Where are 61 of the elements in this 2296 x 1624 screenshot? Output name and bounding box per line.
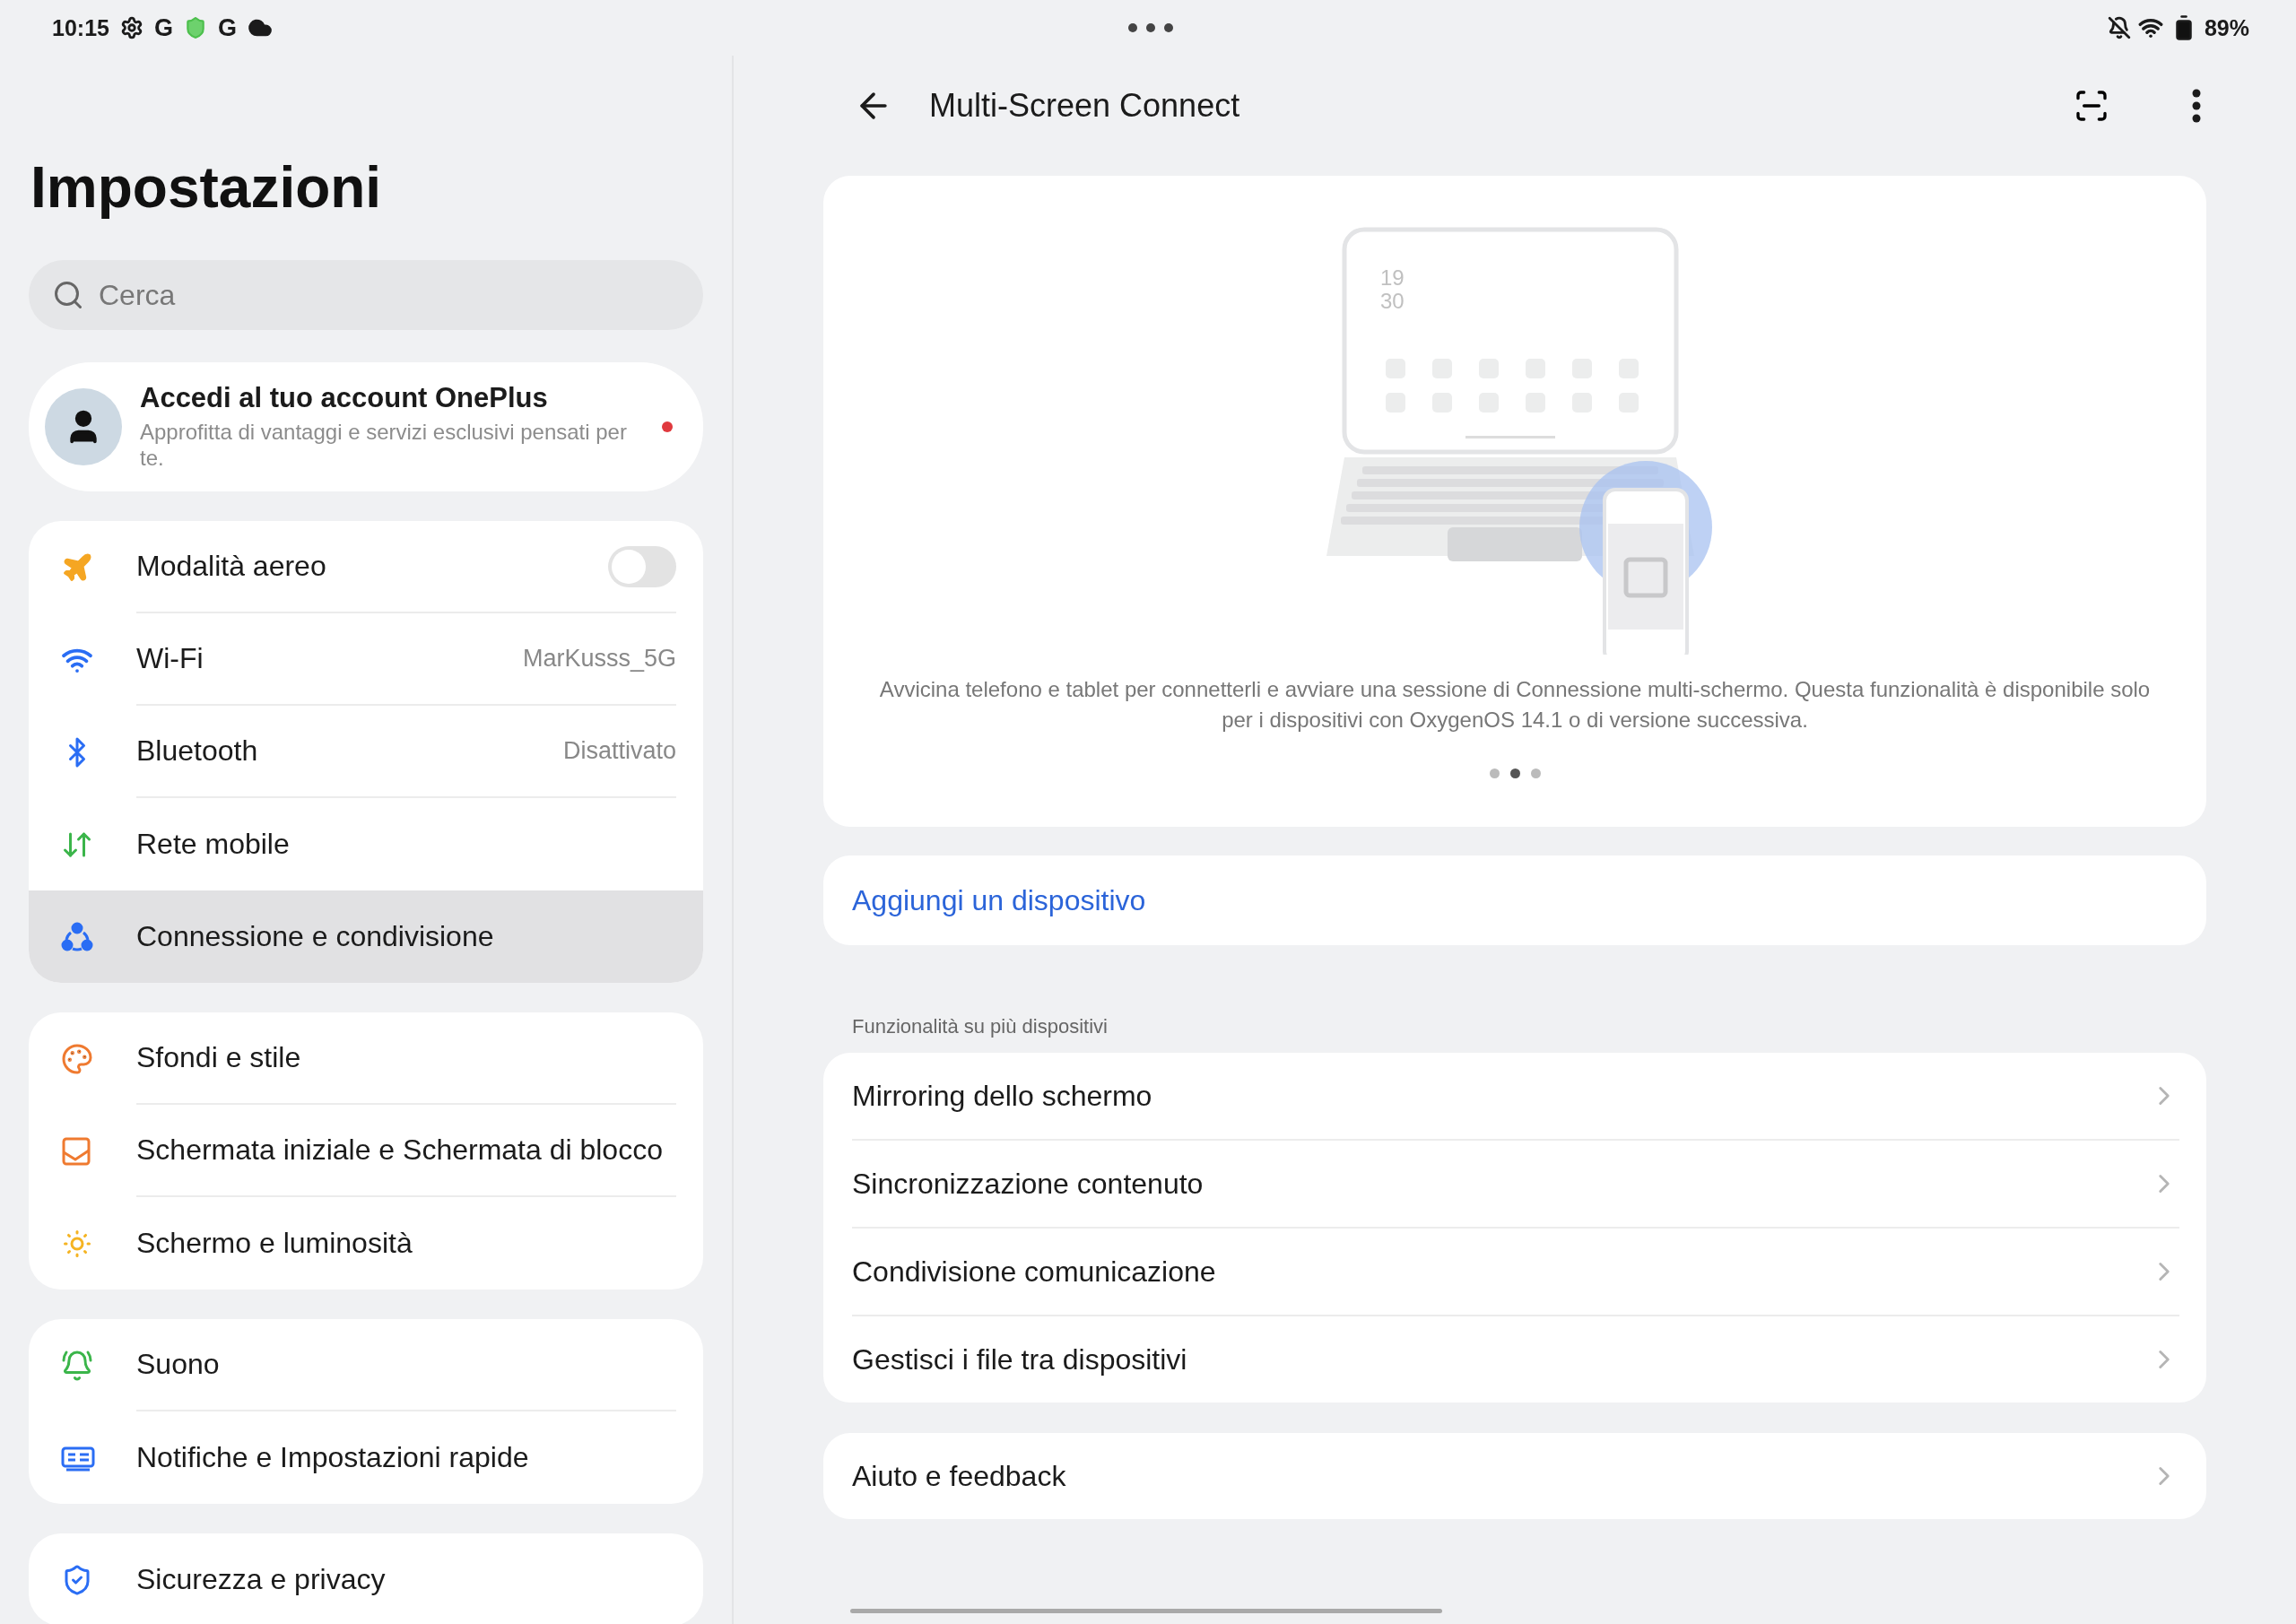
item-label: Notifiche e Impostazioni rapide bbox=[136, 1441, 529, 1474]
item-value: Disattivato bbox=[562, 737, 676, 765]
account-title: Accedi al tuo account OnePlus bbox=[140, 382, 549, 415]
feature-item[interactable]: Sincronizzazione contenuto bbox=[852, 1141, 2179, 1229]
item-label: Wi-Fi bbox=[136, 642, 204, 675]
account-subtitle: Approfitta di vantaggi e servizi esclusivi pensati per te. bbox=[140, 420, 628, 472]
settings-item[interactable]: Notifiche e Impostazioni rapide bbox=[29, 1411, 703, 1504]
settings-item[interactable]: Schermo e luminosità bbox=[29, 1197, 703, 1290]
item-label: Modalità aereo bbox=[136, 550, 326, 583]
palette-icon bbox=[61, 1042, 93, 1075]
item-label: Connessione e condivisione bbox=[136, 920, 494, 953]
settings-item[interactable]: Sfondi e stile bbox=[29, 1012, 703, 1105]
item-label: Bluetooth bbox=[136, 734, 258, 768]
feature-item[interactable]: Gestisci i file tra dispositivi bbox=[852, 1316, 2179, 1403]
feature-label: Mirroring dello schermo bbox=[852, 1079, 1152, 1113]
help-label: Aiuto e feedback bbox=[852, 1459, 1066, 1493]
add-device-link[interactable]: Aggiungi un dispositivo bbox=[852, 883, 1146, 917]
settings-item[interactable]: Suono bbox=[29, 1319, 703, 1411]
help-item[interactable]: Aiuto e feedback bbox=[852, 1433, 2179, 1519]
intro-description: Avvicina telefono e tablet per connetterli e avviare una sessione di Connessione multi-schermo. Questa funzionalità è disponibile solo per i dispositivi con OxygenOS 14.1 o di versione successiva. bbox=[878, 676, 2152, 734]
toggle-switch[interactable] bbox=[608, 545, 676, 587]
laptop-phone-drawing: 19 30 bbox=[1309, 224, 1721, 655]
app-letter: G bbox=[153, 13, 173, 42]
page-dot[interactable] bbox=[1489, 769, 1500, 779]
account-card[interactable]: Accedi al tuo account OnePlus Approfitta di vantaggi e servizi esclusivi pensati per te. bbox=[29, 362, 703, 491]
settings-icon bbox=[119, 16, 144, 39]
feature-label: Gestisci i file tra dispositivi bbox=[852, 1342, 1187, 1376]
status-time: 10:15 bbox=[52, 14, 109, 41]
page-title: Impostazioni bbox=[30, 154, 383, 221]
item-label: Sicurezza e privacy bbox=[136, 1563, 386, 1596]
settings-item[interactable]: Rete mobile bbox=[29, 798, 703, 890]
search-icon bbox=[52, 279, 84, 311]
settings-item[interactable]: Sicurezza e privacy bbox=[29, 1533, 703, 1624]
settings-item[interactable]: Wi-Fi MarKusss_5G bbox=[29, 613, 703, 706]
feature-item[interactable]: Condivisione comunicazione bbox=[852, 1229, 2179, 1316]
feature-item[interactable]: Mirroring dello schermo bbox=[852, 1053, 2179, 1141]
settings-item[interactable]: Schermata iniziale e Schermata di blocco bbox=[29, 1105, 703, 1197]
item-label: Schermata iniziale e Schermata di blocco bbox=[136, 1133, 663, 1167]
feature-label: Sincronizzazione contenuto bbox=[852, 1167, 1204, 1201]
item-label: Schermo e luminosità bbox=[136, 1227, 413, 1260]
app-letter: G bbox=[217, 13, 237, 42]
page-dot[interactable] bbox=[1530, 769, 1541, 779]
share-nodes-icon bbox=[61, 920, 93, 953]
item-value: MarKusss_5G bbox=[522, 645, 676, 673]
settings-item[interactable]: Bluetooth Disattivato bbox=[29, 706, 703, 798]
search-field[interactable]: Cerca bbox=[29, 260, 703, 330]
more-dots-icon bbox=[1127, 22, 1174, 33]
item-label: Suono bbox=[136, 1348, 220, 1381]
scan-icon bbox=[2074, 88, 2109, 124]
menu-icon bbox=[2192, 89, 2201, 123]
settings-item[interactable]: Connessione e condivisione bbox=[29, 890, 703, 983]
page-dot[interactable] bbox=[1509, 769, 1520, 779]
item-label: Rete mobile bbox=[136, 828, 290, 861]
bell-icon bbox=[61, 1349, 93, 1382]
screen-title: Multi-Screen Connect bbox=[929, 87, 1241, 125]
settings-item[interactable]: Modalità aereo bbox=[29, 521, 703, 613]
section-label: Funzionalità su più dispositivi bbox=[852, 1015, 1109, 1038]
item-label: Sfondi e stile bbox=[136, 1041, 301, 1074]
feature-label: Condivisione comunicazione bbox=[852, 1255, 1216, 1289]
battery-percent: 89% bbox=[2204, 14, 2249, 41]
bell-off-icon bbox=[2107, 16, 2131, 39]
